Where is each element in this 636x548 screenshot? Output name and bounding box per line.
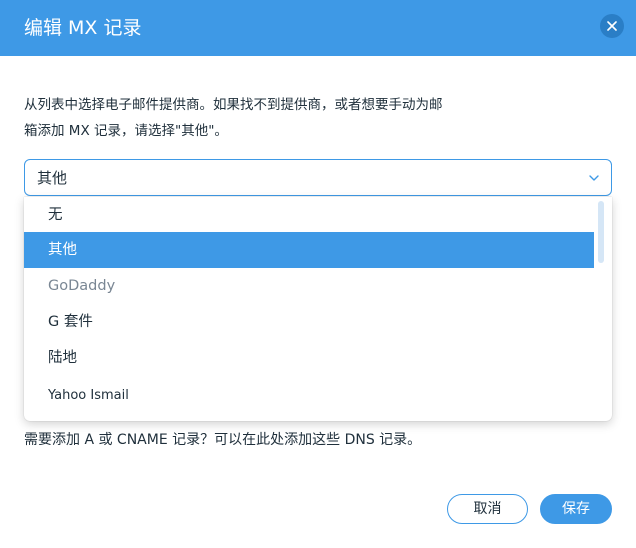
- option-land[interactable]: 陆地: [24, 340, 594, 376]
- dialog-description: 从列表中选择电子邮件提供商。如果找不到提供商，或者想要手动为邮箱添加 MX 记录…: [24, 97, 443, 139]
- option-other[interactable]: 其他: [24, 232, 594, 268]
- option-g-suite[interactable]: G 套件: [24, 304, 594, 340]
- dialog-header: 编辑 MX 记录: [0, 0, 636, 56]
- save-button[interactable]: 保存: [540, 494, 612, 524]
- edit-mx-record-dialog: 编辑 MX 记录 从列表中选择电子邮件提供商。如果找不到提供商，或者想要手动为邮…: [0, 0, 636, 548]
- cancel-button[interactable]: 取消: [447, 494, 528, 524]
- dropdown-scrollbar-thumb[interactable]: [598, 201, 604, 263]
- dns-hint-text: 需要添加 A 或 CNAME 记录？可以在此处添加这些 DNS 记录。: [24, 432, 422, 448]
- dialog-title: 编辑 MX 记录: [24, 17, 142, 39]
- chevron-down-icon: [589, 175, 599, 181]
- option-godaddy[interactable]: GoDaddy: [24, 268, 594, 304]
- close-icon: [607, 21, 617, 31]
- provider-dropdown-list: 无 其他 GoDaddy G 套件 陆地 Yahoo Ismail: [24, 197, 612, 421]
- close-button[interactable]: [600, 14, 624, 38]
- email-provider-select[interactable]: 其他: [24, 159, 612, 196]
- select-value: 其他: [37, 169, 68, 187]
- option-none[interactable]: 无: [24, 197, 594, 233]
- option-yahoo[interactable]: Yahoo Ismail: [24, 378, 594, 414]
